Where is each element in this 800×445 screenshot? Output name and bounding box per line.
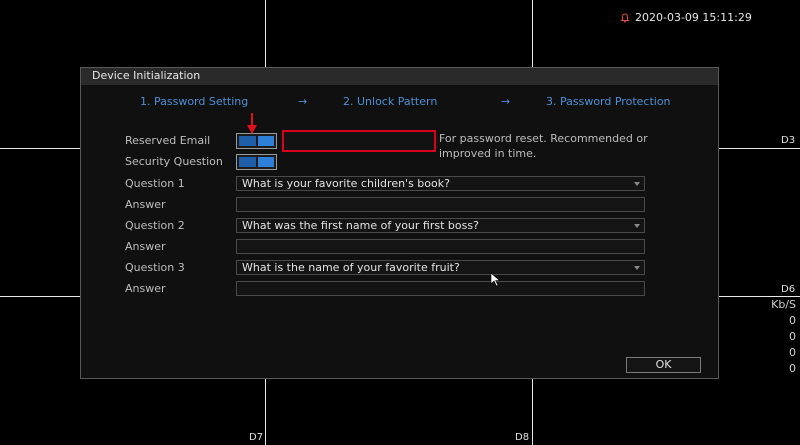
reserved-email-input[interactable] <box>282 130 436 152</box>
toggle-track <box>239 136 256 146</box>
question-1-select[interactable]: What is your favorite children's book? <box>236 176 645 191</box>
step-arrow: → <box>501 95 511 108</box>
mouse-cursor-icon <box>490 273 501 287</box>
security-question-label: Security Question <box>125 155 223 168</box>
bitrate-value: 0 <box>789 330 796 343</box>
dialog-title: Device Initialization <box>81 68 718 85</box>
channel-label-d3: D3 <box>781 135 796 146</box>
question-2-value: What was the first name of your first bo… <box>242 219 479 232</box>
question-3-label: Question 3 <box>125 261 185 274</box>
chevron-down-icon <box>634 266 640 270</box>
wizard-steps: 1. Password Setting → 2. Unlock Pattern … <box>81 95 718 111</box>
email-hint: For password reset. Recommended or impro… <box>439 132 648 160</box>
channel-label-d8: D8 <box>515 432 530 443</box>
step-unlock-pattern: 2. Unlock Pattern <box>343 95 438 108</box>
security-question-toggle[interactable] <box>236 154 277 170</box>
question-3-value: What is the name of your favorite fruit? <box>242 261 460 274</box>
ok-button[interactable]: OK <box>626 357 701 373</box>
channel-label-d7: D7 <box>249 432 264 443</box>
device-initialization-dialog: Device Initialization 1. Password Settin… <box>80 67 719 379</box>
chevron-down-icon <box>634 182 640 186</box>
bitrate-stats: Kb/S 0 0 0 0 <box>771 297 796 377</box>
question-3-select[interactable]: What is the name of your favorite fruit? <box>236 260 645 275</box>
bitrate-unit: Kb/S <box>771 298 796 311</box>
question-2-select[interactable]: What was the first name of your first bo… <box>236 218 645 233</box>
toggle-knob <box>258 136 274 146</box>
channel-label-d6: D6 <box>781 284 796 295</box>
answer-1-input[interactable] <box>236 197 645 212</box>
toggle-knob <box>258 157 274 167</box>
question-2-label: Question 2 <box>125 219 185 232</box>
answer-1-label: Answer <box>125 198 166 211</box>
step-arrow: → <box>298 95 308 108</box>
datetime-display: 2020-03-09 15:11:29 <box>635 11 752 24</box>
reserved-email-label: Reserved Email <box>125 134 211 147</box>
alarm-bell-icon <box>620 12 630 23</box>
answer-2-input[interactable] <box>236 239 645 254</box>
bitrate-value: 0 <box>789 314 796 327</box>
step-password-protection: 3. Password Protection <box>546 95 671 108</box>
toggle-track <box>239 157 256 167</box>
bitrate-value: 0 <box>789 346 796 359</box>
answer-3-input[interactable] <box>236 281 645 296</box>
status-bar: 2020-03-09 15:11:29 <box>620 11 752 24</box>
question-1-value: What is your favorite children's book? <box>242 177 450 190</box>
question-1-label: Question 1 <box>125 177 185 190</box>
bitrate-value: 0 <box>789 362 796 375</box>
chevron-down-icon <box>634 224 640 228</box>
answer-2-label: Answer <box>125 240 166 253</box>
reserved-email-toggle[interactable] <box>236 133 277 149</box>
annotation-arrow-icon <box>247 113 257 134</box>
step-password-setting: 1. Password Setting <box>140 95 249 108</box>
answer-3-label: Answer <box>125 282 166 295</box>
